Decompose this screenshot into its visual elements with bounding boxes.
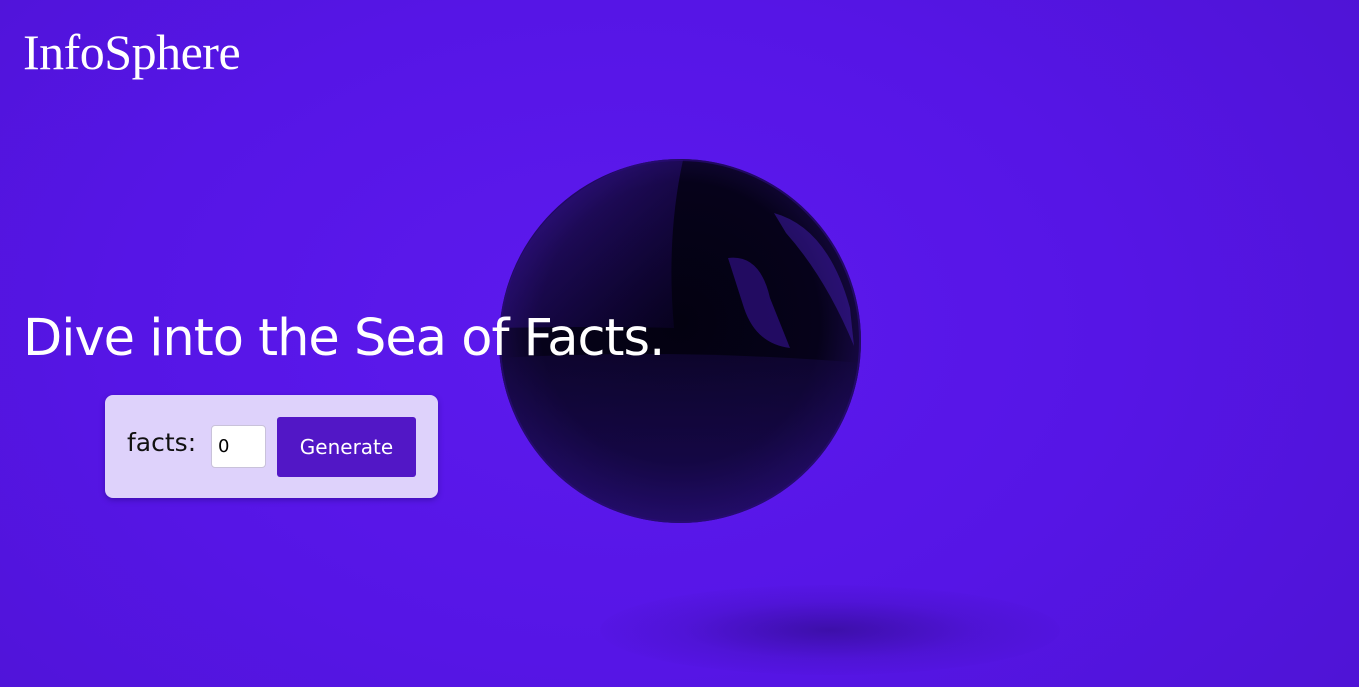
hero-headline: Dive into the Sea of Facts. bbox=[23, 309, 665, 368]
brand-logo: InfoSphere bbox=[23, 24, 241, 80]
sphere-floor-shadow bbox=[600, 585, 1060, 675]
facts-count-input[interactable] bbox=[211, 425, 266, 468]
facts-label: facts: bbox=[127, 428, 197, 457]
generate-button[interactable]: Generate bbox=[277, 417, 416, 477]
facts-control-panel: facts: Generate bbox=[105, 395, 438, 498]
